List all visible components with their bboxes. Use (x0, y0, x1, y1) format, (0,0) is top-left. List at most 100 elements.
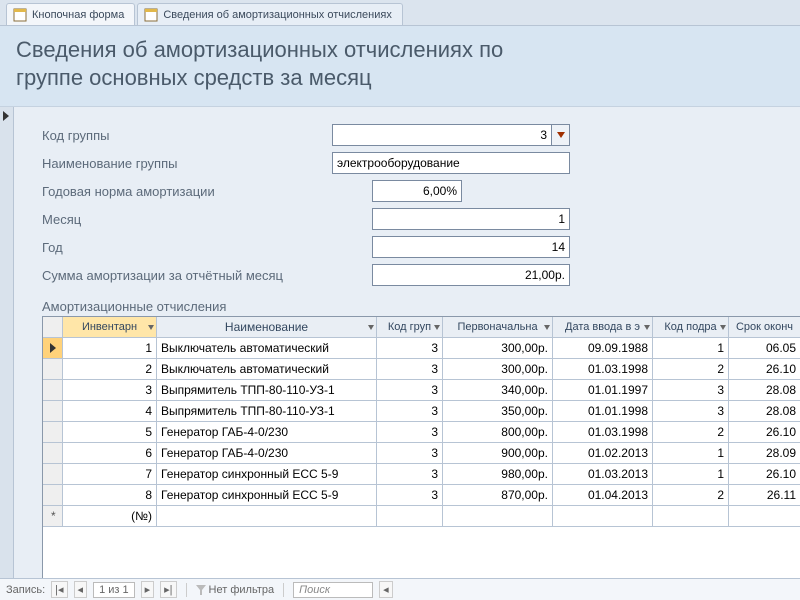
cell-date[interactable]: 01.02.2013 (553, 443, 653, 464)
select-all-cell[interactable] (43, 317, 63, 338)
cell-cost[interactable]: 870,00р. (443, 485, 553, 506)
cell-cost[interactable]: 800,00р. (443, 422, 553, 443)
cell-sub[interactable]: 1 (653, 338, 729, 359)
cell-subdiv-new[interactable] (653, 506, 729, 527)
input-group-name[interactable] (332, 152, 570, 174)
cell-name[interactable]: Генератор синхронный ЕСС 5-9 (157, 485, 377, 506)
col-header-end[interactable]: Срок оконч (729, 317, 800, 338)
table-row[interactable]: 6Генератор ГАБ-4-0/2303900,00р.01.02.201… (43, 443, 800, 464)
cell-inv[interactable]: 2 (63, 359, 157, 380)
cell-grp[interactable]: 3 (377, 338, 443, 359)
cell-sub[interactable]: 2 (653, 422, 729, 443)
search-prev-button[interactable]: ◂ (379, 581, 393, 598)
table-row[interactable]: 5Генератор ГАБ-4-0/2303800,00р.01.03.199… (43, 422, 800, 443)
cell-cost[interactable]: 980,00р. (443, 464, 553, 485)
cell-grp[interactable]: 3 (377, 443, 443, 464)
cell-inv[interactable]: 3 (63, 380, 157, 401)
col-header-date[interactable]: Дата ввода в э (553, 317, 653, 338)
cell-name-new[interactable] (157, 506, 377, 527)
cell-inv[interactable]: 4 (63, 401, 157, 422)
cell-cost-new[interactable] (443, 506, 553, 527)
cell-end-new[interactable] (729, 506, 800, 527)
cell-inv[interactable]: 1 (63, 338, 157, 359)
cell-grp[interactable]: 3 (377, 464, 443, 485)
input-year[interactable] (372, 236, 570, 258)
row-selector[interactable] (43, 485, 63, 506)
cell-sub[interactable]: 3 (653, 380, 729, 401)
cell-cost[interactable]: 350,00р. (443, 401, 553, 422)
cell-grp[interactable]: 3 (377, 359, 443, 380)
table-row[interactable]: 3Выпрямитель ТПП-80-110-УЗ-13340,00р.01.… (43, 380, 800, 401)
cell-grp[interactable]: 3 (377, 485, 443, 506)
cell-end[interactable]: 28.08 (729, 380, 800, 401)
row-selector[interactable] (43, 380, 63, 401)
input-total[interactable] (372, 264, 570, 286)
cell-inventory-new[interactable]: (№) (63, 506, 157, 527)
cell-end[interactable]: 26.10 (729, 464, 800, 485)
nav-last-button[interactable]: ▸| (160, 581, 176, 598)
nav-first-button[interactable]: |◂ (51, 581, 67, 598)
col-header-name[interactable]: Наименование (157, 317, 377, 338)
record-position[interactable]: 1 из 1 (93, 582, 135, 598)
cell-end[interactable]: 26.11 (729, 485, 800, 506)
cell-cost[interactable]: 300,00р. (443, 359, 553, 380)
table-row[interactable]: 2Выключатель автоматический3300,00р.01.0… (43, 359, 800, 380)
table-row[interactable]: 4Выпрямитель ТПП-80-110-УЗ-13350,00р.01.… (43, 401, 800, 422)
cell-inv[interactable]: 8 (63, 485, 157, 506)
tab-depreciation-info[interactable]: Сведения об амортизационных отчислениях (137, 3, 402, 25)
combo-group-code-input[interactable] (332, 124, 552, 146)
row-selector[interactable] (43, 443, 63, 464)
col-header-subdiv[interactable]: Код подра (653, 317, 729, 338)
cell-date-new[interactable] (553, 506, 653, 527)
cell-grp[interactable]: 3 (377, 422, 443, 443)
combo-group-code[interactable] (332, 124, 570, 146)
cell-end[interactable]: 28.08 (729, 401, 800, 422)
cell-group-new[interactable] (377, 506, 443, 527)
cell-sub[interactable]: 1 (653, 464, 729, 485)
cell-grp[interactable]: 3 (377, 401, 443, 422)
cell-name[interactable]: Выключатель автоматический (157, 359, 377, 380)
cell-cost[interactable]: 340,00р. (443, 380, 553, 401)
cell-date[interactable]: 01.03.1998 (553, 359, 653, 380)
input-annual-rate[interactable] (372, 180, 462, 202)
input-month[interactable] (372, 208, 570, 230)
cell-inv[interactable]: 6 (63, 443, 157, 464)
col-header-cost[interactable]: Первоначальна (443, 317, 553, 338)
row-selector[interactable] (43, 338, 63, 359)
cell-name[interactable]: Выключатель автоматический (157, 338, 377, 359)
filter-indicator[interactable]: Нет фильтра (196, 584, 275, 596)
cell-name[interactable]: Выпрямитель ТПП-80-110-УЗ-1 (157, 401, 377, 422)
table-row[interactable]: 1Выключатель автоматический3300,00р.09.0… (43, 338, 800, 359)
combo-dropdown-button[interactable] (552, 124, 570, 146)
cell-inv[interactable]: 7 (63, 464, 157, 485)
cell-date[interactable]: 01.01.1998 (553, 401, 653, 422)
cell-end[interactable]: 06.05 (729, 338, 800, 359)
cell-sub[interactable]: 3 (653, 401, 729, 422)
record-selector[interactable] (0, 107, 14, 578)
cell-sub[interactable]: 2 (653, 359, 729, 380)
row-selector[interactable] (43, 401, 63, 422)
row-selector-new[interactable]: * (43, 506, 63, 527)
cell-name[interactable]: Генератор синхронный ЕСС 5-9 (157, 464, 377, 485)
col-header-inventory[interactable]: Инвентарн (63, 317, 157, 338)
cell-name[interactable]: Выпрямитель ТПП-80-110-УЗ-1 (157, 380, 377, 401)
cell-end[interactable]: 28.09 (729, 443, 800, 464)
cell-end[interactable]: 26.10 (729, 422, 800, 443)
cell-inv[interactable]: 5 (63, 422, 157, 443)
cell-name[interactable]: Генератор ГАБ-4-0/230 (157, 443, 377, 464)
cell-grp[interactable]: 3 (377, 380, 443, 401)
cell-date[interactable]: 01.03.2013 (553, 464, 653, 485)
cell-name[interactable]: Генератор ГАБ-4-0/230 (157, 422, 377, 443)
cell-date[interactable]: 01.01.1997 (553, 380, 653, 401)
datasheet-new-row[interactable]: * (№) (43, 506, 800, 527)
cell-date[interactable]: 09.09.1988 (553, 338, 653, 359)
row-selector[interactable] (43, 464, 63, 485)
nav-prev-button[interactable]: ◂ (74, 581, 88, 598)
cell-end[interactable]: 26.10 (729, 359, 800, 380)
table-row[interactable]: 7Генератор синхронный ЕСС 5-93980,00р.01… (43, 464, 800, 485)
cell-sub[interactable]: 2 (653, 485, 729, 506)
cell-sub[interactable]: 1 (653, 443, 729, 464)
cell-date[interactable]: 01.04.2013 (553, 485, 653, 506)
search-box[interactable]: Поиск (293, 582, 373, 598)
row-selector[interactable] (43, 422, 63, 443)
